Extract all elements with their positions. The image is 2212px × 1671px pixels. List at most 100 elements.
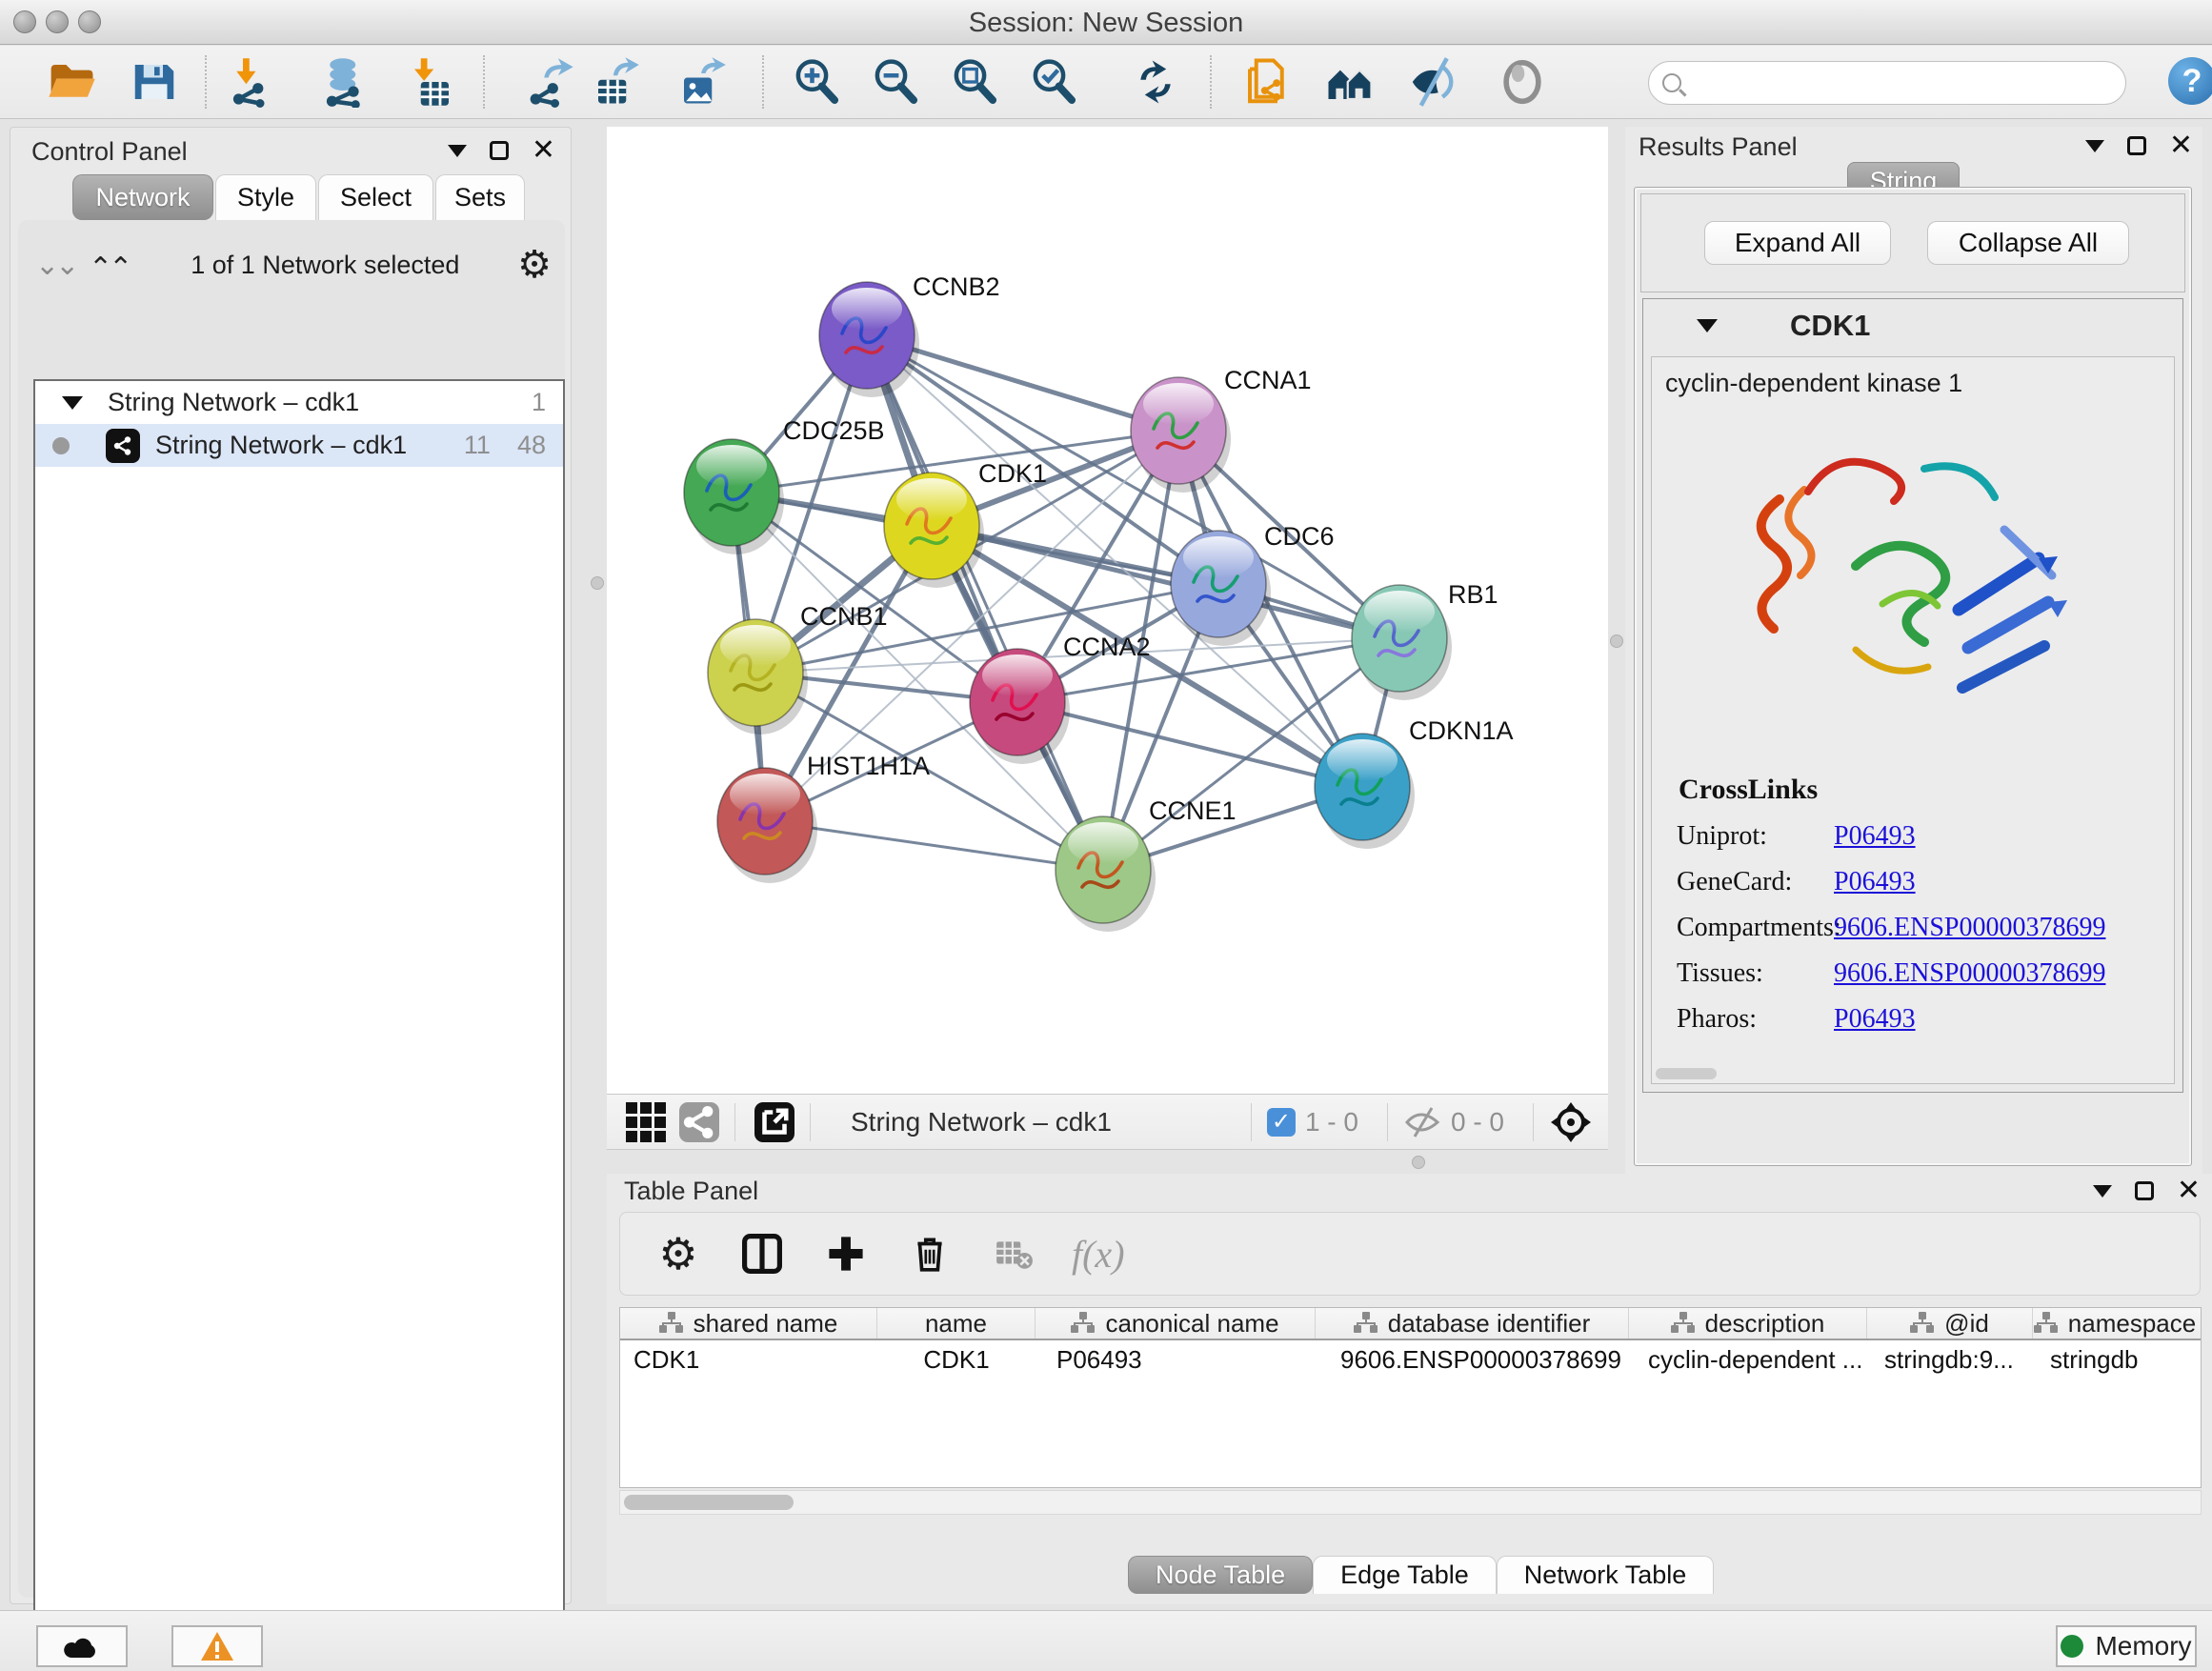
column-header[interactable]: name xyxy=(877,1308,1036,1339)
export-network-icon[interactable] xyxy=(520,53,581,111)
crosslink-label: Uniprot: xyxy=(1677,821,1834,852)
column-header[interactable]: @id xyxy=(1867,1308,2033,1339)
column-header[interactable]: canonical name xyxy=(1036,1308,1316,1339)
title-bar: Session: New Session xyxy=(0,0,2212,45)
node-gloss xyxy=(832,288,902,330)
memory-button[interactable]: Memory xyxy=(2056,1625,2197,1667)
delete-column-icon[interactable] xyxy=(904,1228,955,1279)
save-session-icon[interactable] xyxy=(124,53,185,111)
hidden-count: 0 - 0 xyxy=(1451,1107,1504,1137)
table-hscrollbar[interactable] xyxy=(619,1490,2202,1515)
panel-float-icon[interactable] xyxy=(2135,1181,2154,1200)
vertical-splitter-handle[interactable] xyxy=(591,576,604,590)
tab-network-table[interactable]: Network Table xyxy=(1497,1556,1715,1594)
crosslink-link[interactable]: P06493 xyxy=(1834,867,1916,897)
network-row[interactable]: String Network – cdk1 11 48 xyxy=(35,424,563,467)
node-gloss xyxy=(896,478,967,520)
node-label: CDC25B xyxy=(783,416,885,445)
zoom-fit-icon[interactable] xyxy=(944,53,1005,111)
toolbar-search xyxy=(1648,61,2126,105)
tab-network[interactable]: Network xyxy=(72,174,213,220)
panel-menu-icon[interactable] xyxy=(448,145,467,157)
node-gloss xyxy=(1068,822,1138,864)
gene-collapse-icon[interactable] xyxy=(1697,319,1718,332)
tab-node-table[interactable]: Node Table xyxy=(1128,1556,1313,1594)
network-type-icon xyxy=(106,429,140,463)
birdseye-grid-icon[interactable] xyxy=(626,1102,666,1142)
toolbar-divider xyxy=(205,55,207,109)
network-tab-content: ⌄⌄ ⌄⌄ 1 of 1 Network selected ⚙ String N… xyxy=(18,220,565,1598)
crosslink-row: GeneCard: P06493 xyxy=(1652,867,2174,897)
vertical-splitter-handle[interactable] xyxy=(1610,634,1623,648)
horizontal-splitter-handle[interactable] xyxy=(1412,1156,1425,1169)
import-network-from-database-icon[interactable] xyxy=(314,53,375,111)
export-image-icon[interactable] xyxy=(671,53,732,111)
collapse-all-networks-icon[interactable]: ⌄⌄ xyxy=(92,249,132,282)
app-window: Session: New Session xyxy=(0,0,2212,1671)
network-collection-row[interactable]: String Network – cdk1 1 xyxy=(35,381,563,424)
crosslink-label: Compartments: xyxy=(1677,913,1834,943)
results-hscrollbar-thumb[interactable] xyxy=(1656,1068,1717,1079)
table-row[interactable]: CDK1 CDK1 P06493 9606.ENSP00000378699 cy… xyxy=(620,1340,2201,1379)
tab-select[interactable]: Select xyxy=(318,174,433,220)
help-button[interactable]: ? xyxy=(2168,57,2212,105)
gene-description: cyclin-dependent kinase 1 xyxy=(1652,357,2174,398)
network-edge[interactable] xyxy=(867,335,1103,870)
tab-style[interactable]: Style xyxy=(215,174,316,220)
search-input[interactable] xyxy=(1691,66,2125,100)
table-hscrollbar-thumb[interactable] xyxy=(624,1495,794,1510)
node-label: CCNB1 xyxy=(800,602,888,631)
cell-shared-name: CDK1 xyxy=(620,1345,877,1375)
zoom-selected-icon[interactable] xyxy=(1023,53,1084,111)
toolbar-divider xyxy=(483,55,485,109)
node-label: CDKN1A xyxy=(1409,716,1514,745)
open-session-icon[interactable] xyxy=(41,53,102,111)
collection-expand-icon[interactable] xyxy=(62,396,83,410)
tab-edge-table[interactable]: Edge Table xyxy=(1313,1556,1497,1594)
column-header[interactable]: database identifier xyxy=(1316,1308,1629,1339)
tab-sets[interactable]: Sets xyxy=(435,174,525,220)
crosslink-link[interactable]: 9606.ENSP00000378699 xyxy=(1834,913,2105,943)
open-external-icon[interactable] xyxy=(754,1102,794,1142)
column-header[interactable]: shared name xyxy=(620,1308,877,1339)
crosslink-link[interactable]: P06493 xyxy=(1834,821,1916,852)
selected-checkbox-icon[interactable]: ✓ xyxy=(1267,1108,1296,1137)
function-builder-icon[interactable]: f(x) xyxy=(1072,1228,1125,1279)
crosslink-link[interactable]: 9606.ENSP00000378699 xyxy=(1834,958,2105,989)
hide-glass-eye-icon[interactable] xyxy=(1401,53,1462,111)
share-document-icon[interactable] xyxy=(1237,53,1297,111)
table-options-gear-icon[interactable]: ⚙ xyxy=(653,1228,704,1279)
fit-selection-crosshair-icon[interactable] xyxy=(1549,1100,1593,1144)
zoom-out-icon[interactable] xyxy=(865,53,926,111)
show-columns-icon[interactable] xyxy=(736,1228,788,1279)
main-toolbar: ? xyxy=(0,46,2212,119)
collapse-all-button[interactable]: Collapse All xyxy=(1927,221,2129,265)
expand-all-button[interactable]: Expand All xyxy=(1704,221,1891,265)
crosslink-link[interactable]: P06493 xyxy=(1834,1004,1916,1035)
network-share-icon[interactable] xyxy=(679,1102,719,1142)
expand-all-networks-icon[interactable]: ⌄⌄ xyxy=(35,249,75,282)
panel-close-icon[interactable]: ✕ xyxy=(532,141,555,160)
node-gloss xyxy=(696,445,767,487)
network-view-canvas[interactable]: CCNB2CCNA1CDC25BCDK1CDC6RB1CCNB1CCNA2CDK… xyxy=(607,127,1608,1094)
import-table-from-file-icon[interactable] xyxy=(401,53,462,111)
export-table-icon[interactable] xyxy=(585,53,646,111)
column-header[interactable]: description xyxy=(1629,1308,1867,1339)
string-home-icon[interactable] xyxy=(1319,53,1380,111)
panel-close-icon[interactable]: ✕ xyxy=(2177,1181,2201,1200)
network-options-gear-icon[interactable]: ⚙ xyxy=(517,243,552,287)
panel-close-icon[interactable]: ✕ xyxy=(2169,136,2193,155)
zoom-in-icon[interactable] xyxy=(786,53,847,111)
panel-float-icon[interactable] xyxy=(2127,136,2146,155)
column-header[interactable]: namespace xyxy=(2033,1308,2197,1339)
panel-menu-icon[interactable] xyxy=(2093,1185,2112,1198)
create-column-icon[interactable] xyxy=(820,1228,872,1279)
delete-table-icon[interactable] xyxy=(988,1228,1039,1279)
cloud-status-button[interactable] xyxy=(36,1625,128,1667)
panel-float-icon[interactable] xyxy=(490,141,509,160)
import-network-from-file-icon[interactable] xyxy=(221,53,282,111)
gray-sphere-icon[interactable] xyxy=(1492,53,1553,111)
warning-status-button[interactable] xyxy=(171,1625,263,1667)
panel-menu-icon[interactable] xyxy=(2085,140,2104,152)
refresh-layout-icon[interactable] xyxy=(1125,53,1186,111)
